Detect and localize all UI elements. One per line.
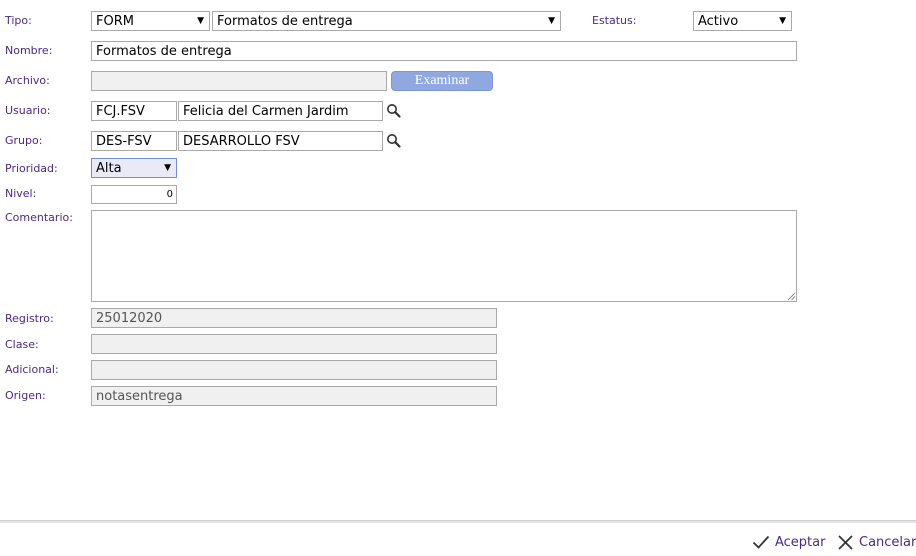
- prioridad-label: Prioridad:: [5, 162, 58, 175]
- registro-label: Registro:: [5, 312, 54, 325]
- magnifier-icon[interactable]: [386, 133, 402, 149]
- comentario-label: Comentario:: [5, 211, 73, 224]
- estatus-select-value: Activo: [698, 14, 739, 29]
- magnifier-icon[interactable]: [386, 103, 402, 119]
- prioridad-select-value: Alta: [96, 161, 122, 176]
- nivel-input[interactable]: 0: [91, 185, 177, 204]
- usuario-code-input[interactable]: FCJ.FSV: [91, 101, 177, 121]
- origen-label: Origen:: [5, 389, 46, 402]
- tipo-desc-select[interactable]: Formatos de entrega ▼: [212, 11, 561, 31]
- usuario-name-input[interactable]: Felicia del Carmen Jardim: [178, 101, 383, 121]
- accept-button-label: Aceptar: [775, 534, 826, 550]
- cancel-button[interactable]: Cancelar: [837, 532, 916, 552]
- checkmark-icon: [752, 535, 770, 549]
- clase-label: Clase:: [5, 338, 39, 351]
- grupo-name-input[interactable]: DESARROLLO FSV: [178, 131, 383, 151]
- tipo-desc-value: Formatos de entrega: [217, 14, 353, 29]
- clase-input[interactable]: [91, 334, 497, 354]
- resize-grip-icon[interactable]: [786, 291, 796, 301]
- usuario-label: Usuario:: [5, 104, 51, 117]
- adicional-input[interactable]: [91, 360, 497, 380]
- archivo-input[interactable]: [91, 71, 387, 91]
- comentario-textarea[interactable]: [91, 210, 797, 302]
- grupo-label: Grupo:: [5, 134, 43, 147]
- prioridad-select[interactable]: Alta ▼: [91, 158, 177, 178]
- origen-input[interactable]: notasentrega: [91, 386, 497, 406]
- close-icon: [838, 534, 853, 550]
- archivo-label: Archivo:: [5, 74, 50, 87]
- dropdown-arrow-icon: ▼: [548, 16, 555, 26]
- nombre-input[interactable]: Formatos de entrega: [91, 41, 797, 61]
- accept-button[interactable]: Aceptar: [752, 532, 825, 552]
- examinar-button[interactable]: Examinar: [391, 71, 493, 91]
- registro-input[interactable]: 25012020: [91, 308, 497, 328]
- dropdown-arrow-icon: ▼: [779, 16, 786, 26]
- estatus-label: Estatus:: [592, 14, 637, 27]
- tipo-select[interactable]: FORM ▼: [91, 11, 210, 31]
- adicional-label: Adicional:: [5, 363, 59, 376]
- estatus-select[interactable]: Activo ▼: [693, 11, 792, 31]
- footer-divider: [0, 520, 916, 523]
- cancel-button-label: Cancelar: [859, 534, 916, 550]
- nombre-label: Nombre:: [5, 44, 53, 57]
- dropdown-arrow-icon: ▼: [164, 163, 171, 173]
- tipo-select-value: FORM: [96, 14, 134, 29]
- nivel-label: Nivel:: [5, 187, 37, 200]
- tipo-label: Tipo:: [5, 14, 32, 27]
- dropdown-arrow-icon: ▼: [197, 16, 204, 26]
- grupo-code-input[interactable]: DES-FSV: [91, 131, 177, 151]
